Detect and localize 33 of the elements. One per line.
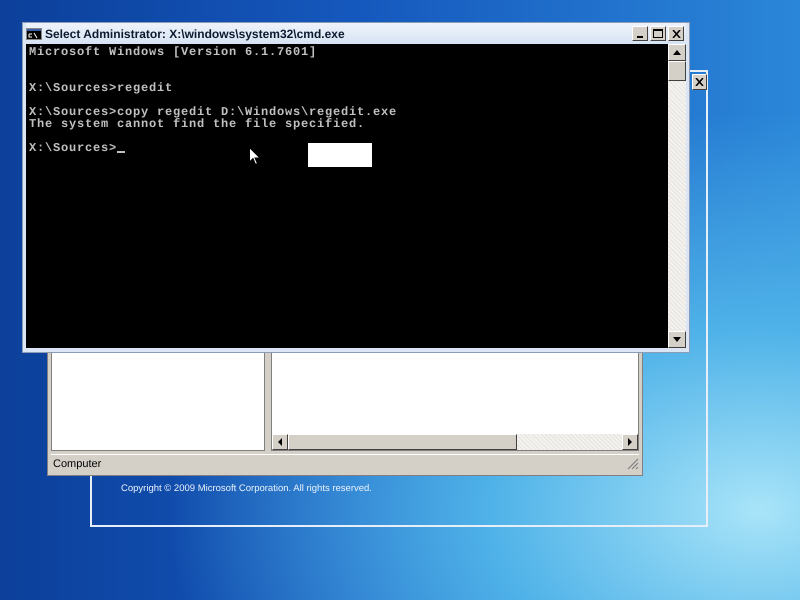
- scroll-right-button[interactable]: [622, 434, 638, 450]
- left-arrow-icon: [278, 438, 282, 446]
- down-arrow-icon: [673, 337, 681, 342]
- minimize-icon: [637, 36, 643, 38]
- console-line: X:\Sources>copy regedit D:\Windows\regedit.exe: [29, 106, 398, 118]
- close-button[interactable]: [668, 26, 684, 41]
- close-icon: [672, 30, 680, 38]
- maximize-button[interactable]: [650, 26, 666, 41]
- scroll-left-button[interactable]: [272, 434, 288, 450]
- mouse-pointer-icon: [249, 147, 261, 166]
- up-arrow-icon: [673, 50, 681, 55]
- scrollbar-thumb[interactable]: [288, 434, 517, 450]
- maximize-icon: [653, 29, 663, 38]
- console-line: Microsoft Windows [Version 6.1.7601]: [29, 46, 318, 58]
- scrollbar-thumb[interactable]: [668, 61, 686, 81]
- right-arrow-icon: [628, 438, 632, 446]
- console-line: The system cannot find the file specified.: [29, 118, 366, 130]
- minimize-button[interactable]: [632, 26, 648, 41]
- scroll-down-button[interactable]: [668, 331, 686, 348]
- close-icon: [695, 78, 704, 86]
- close-button[interactable]: [692, 74, 707, 90]
- status-text: Computer: [52, 458, 102, 470]
- window-title: Select Administrator: X:\windows\system32\cmd.exe: [45, 26, 346, 40]
- vertical-scrollbar[interactable]: [668, 44, 686, 348]
- console-icon: [26, 28, 42, 40]
- console-prompt: X:\Sources>: [29, 141, 118, 155]
- console-line: X:\Sources>regedit: [29, 82, 174, 94]
- copyright-text: Copyright © 2009 Microsoft Corporation. All rights reserved.: [121, 483, 372, 494]
- scroll-up-button[interactable]: [668, 44, 686, 61]
- console-area[interactable]: Microsoft Windows [Version 6.1.7601] X:\Sources>regedit X:\Sources>copy regedit D:\Windows\regedit.exe The system cannot find the file specified. X:\Sources>: [26, 44, 668, 348]
- horizontal-scrollbar[interactable]: [272, 434, 638, 450]
- blank-panel: [308, 143, 372, 167]
- resize-grip-icon[interactable]: [627, 458, 639, 470]
